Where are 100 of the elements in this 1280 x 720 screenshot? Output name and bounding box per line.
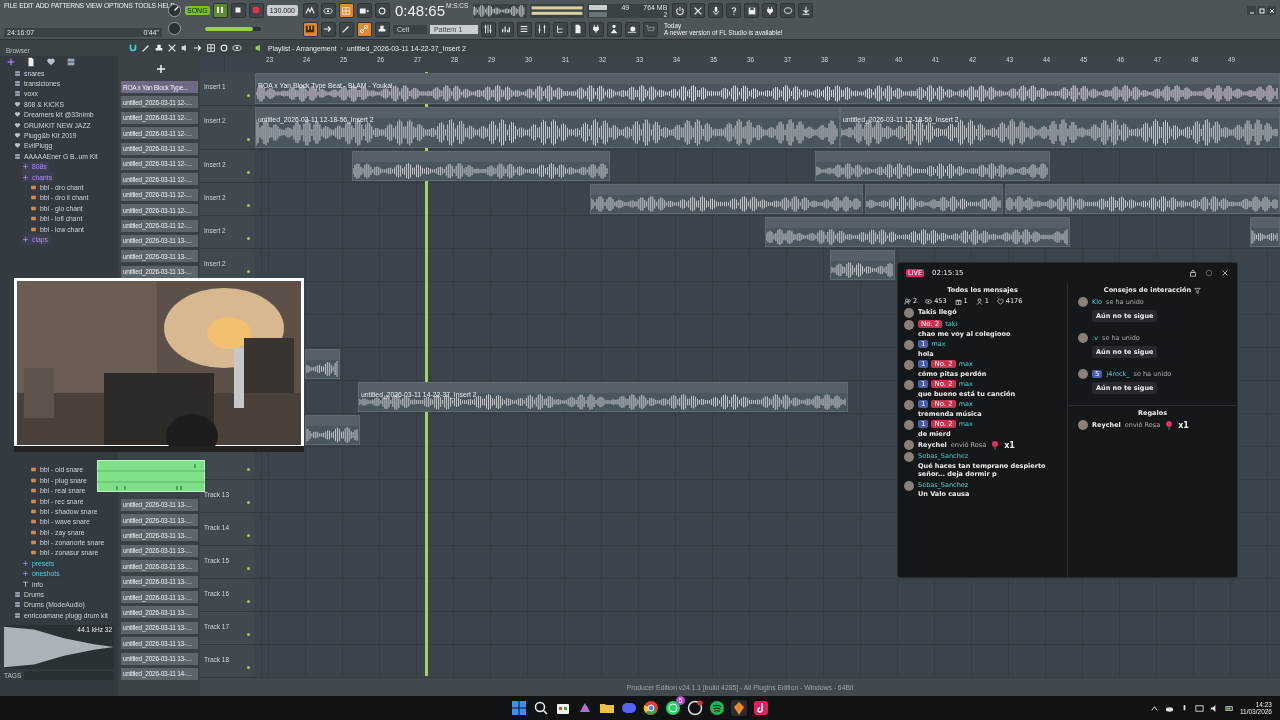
toolbar-button[interactable] bbox=[374, 3, 390, 18]
status-dot bbox=[247, 94, 250, 97]
audio-clip[interactable] bbox=[865, 184, 1003, 214]
toolbar-button[interactable] bbox=[744, 3, 760, 18]
add-pattern-icon[interactable] bbox=[155, 63, 166, 74]
status-dot bbox=[247, 567, 250, 570]
toolbar-button[interactable] bbox=[588, 21, 604, 37]
follow-icon bbox=[975, 297, 983, 305]
audio-clip[interactable] bbox=[1250, 217, 1280, 247]
master-volume-slider[interactable] bbox=[205, 26, 261, 31]
audio-clip[interactable] bbox=[352, 151, 610, 181]
toolbar-button[interactable] bbox=[762, 3, 778, 18]
playlist-tool-button[interactable] bbox=[154, 43, 164, 53]
toolbar-button[interactable] bbox=[690, 3, 706, 18]
cabinet-icon bbox=[14, 80, 21, 88]
waveform-drawing bbox=[831, 261, 894, 279]
browser-tool-button[interactable] bbox=[26, 57, 36, 67]
toolbar-button[interactable] bbox=[726, 3, 742, 18]
toolbar-button[interactable] bbox=[480, 21, 496, 37]
toolbar-button[interactable] bbox=[672, 3, 688, 18]
cart-icon bbox=[645, 24, 656, 34]
eye-icon bbox=[323, 5, 334, 16]
status-dot bbox=[247, 171, 250, 174]
status-dot bbox=[247, 237, 250, 240]
toolbar-button[interactable] bbox=[320, 21, 336, 37]
toolbar-button[interactable] bbox=[708, 3, 724, 18]
waveform-drawing bbox=[306, 426, 359, 444]
audio-clip[interactable] bbox=[1005, 184, 1280, 214]
fruit-icon[interactable] bbox=[731, 700, 747, 716]
toolbar-button[interactable] bbox=[338, 21, 354, 37]
toolbar-button[interactable] bbox=[338, 3, 354, 18]
voices-bar bbox=[589, 11, 608, 17]
search-icon[interactable] bbox=[533, 700, 549, 716]
plug-icon bbox=[591, 24, 602, 34]
note-icon[interactable] bbox=[753, 700, 769, 716]
browser-tool-button[interactable] bbox=[66, 57, 76, 67]
audio-clip[interactable] bbox=[590, 184, 863, 214]
audio-clip[interactable] bbox=[830, 250, 895, 280]
playlist-tool-button[interactable] bbox=[128, 43, 138, 53]
toolbar-button[interactable] bbox=[570, 21, 586, 37]
eye-icon bbox=[925, 297, 933, 305]
arrow-icon bbox=[193, 43, 203, 53]
speech-icon bbox=[782, 5, 793, 16]
toolbar-button[interactable] bbox=[356, 21, 372, 37]
toolbar-button[interactable] bbox=[798, 3, 814, 18]
person-icon bbox=[609, 24, 620, 34]
filter-icon[interactable] bbox=[1194, 286, 1202, 294]
status-dot bbox=[247, 534, 250, 537]
link-icon bbox=[359, 24, 370, 34]
close-button[interactable] bbox=[1267, 6, 1276, 15]
audio-clip[interactable] bbox=[305, 415, 360, 445]
rose-icon bbox=[1164, 420, 1175, 430]
arrow-icon bbox=[323, 24, 334, 34]
cross-icon bbox=[692, 5, 703, 16]
list-icon bbox=[519, 24, 530, 34]
minimize-button[interactable] bbox=[1247, 6, 1256, 15]
plug-icon bbox=[764, 5, 775, 16]
start-icon[interactable] bbox=[511, 700, 527, 716]
play-button[interactable] bbox=[212, 2, 228, 18]
toolbar-button[interactable] bbox=[498, 21, 514, 37]
chevron-up-icon[interactable] bbox=[1149, 703, 1159, 713]
toolbar-button[interactable] bbox=[624, 21, 640, 37]
stop-button[interactable] bbox=[230, 2, 246, 18]
toolbar-button[interactable] bbox=[516, 21, 532, 37]
cpu-load-bar bbox=[589, 4, 608, 10]
knob-icon[interactable] bbox=[167, 21, 182, 37]
battery-icon[interactable] bbox=[1224, 703, 1234, 713]
toolbar-button[interactable] bbox=[552, 21, 568, 37]
toolbar-button[interactable] bbox=[534, 21, 550, 37]
toolbar-button[interactable] bbox=[302, 3, 318, 18]
cabinet-icon bbox=[14, 611, 21, 619]
audio-clip[interactable] bbox=[765, 217, 1070, 247]
avatar bbox=[904, 480, 914, 491]
avatar bbox=[1078, 369, 1088, 379]
audio-clip[interactable] bbox=[305, 349, 340, 379]
circle-icon[interactable] bbox=[1205, 269, 1213, 277]
toolbar-button[interactable] bbox=[374, 21, 390, 37]
browser-icon[interactable] bbox=[643, 700, 659, 716]
mic-icon bbox=[710, 5, 721, 16]
plus-icon bbox=[22, 559, 29, 567]
music-circle-icon[interactable] bbox=[709, 700, 725, 716]
lock-icon[interactable] bbox=[1189, 269, 1197, 277]
restore-button[interactable] bbox=[1257, 6, 1266, 15]
cabinet-icon bbox=[14, 90, 21, 98]
toolbar-button[interactable] bbox=[356, 3, 372, 18]
toolbar-button[interactable] bbox=[780, 3, 796, 18]
playlist-tool-button[interactable] bbox=[232, 43, 242, 53]
toolbar-button[interactable] bbox=[302, 21, 318, 37]
loop-icon bbox=[377, 5, 388, 16]
mixer-icon bbox=[537, 24, 548, 34]
browser-tool-button[interactable] bbox=[46, 57, 56, 67]
heart-icon bbox=[996, 297, 1004, 305]
toolbar-button[interactable] bbox=[606, 21, 622, 37]
stamp-icon bbox=[377, 24, 388, 34]
toolbar-button[interactable] bbox=[320, 3, 336, 18]
close-icon[interactable] bbox=[1221, 269, 1229, 277]
audio-clip[interactable] bbox=[815, 151, 1050, 181]
people-icon bbox=[904, 297, 911, 305]
monitor-icon[interactable] bbox=[1194, 703, 1204, 713]
wave-icon bbox=[305, 5, 316, 16]
